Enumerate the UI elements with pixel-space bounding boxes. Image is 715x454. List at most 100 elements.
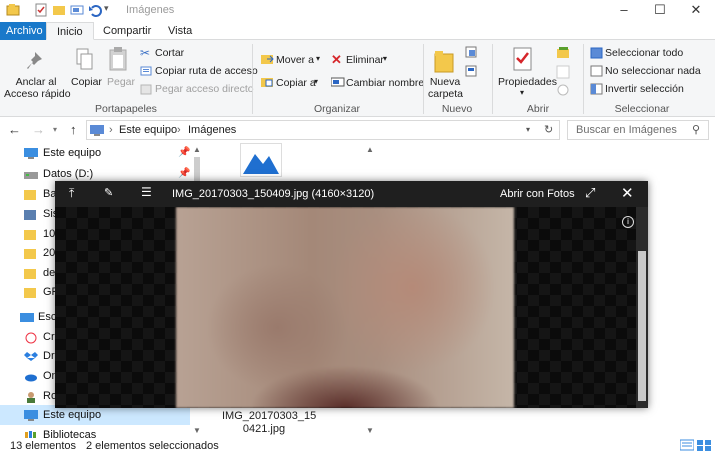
pin-label-line2: Acceso rápido (4, 88, 71, 100)
breadcrumb-imagenes[interactable]: Imágenes (188, 124, 236, 136)
group-organizar: Organizar (313, 103, 361, 115)
new-folder-button[interactable]: Nueva carpeta (428, 76, 463, 100)
tab-archivo[interactable]: Archivo (0, 22, 46, 40)
scroll-down-icon[interactable]: ▼ (193, 426, 201, 435)
item-count: 13 elementos (10, 440, 77, 452)
delete-dropdown-icon[interactable]: ▾ (383, 54, 387, 63)
back-arrow-icon[interactable]: ← (8, 122, 21, 137)
new-folder-quick-icon[interactable] (52, 3, 66, 17)
breadcrumb-este-equipo[interactable]: Este equipo (119, 124, 177, 136)
address-dropdown-icon[interactable]: ▾ (526, 125, 530, 134)
this-pc-icon (90, 125, 104, 139)
open-icon[interactable] (556, 46, 576, 63)
viewer-toolbar: ⤒ ✎ ☰ IMG_20170303_150409.jpg (4160×3120… (55, 181, 648, 207)
folder-icon (24, 228, 38, 240)
group-portapapeles: Portapapeles (95, 103, 157, 115)
group-abrir: Abrir (526, 103, 550, 115)
folder-icon (24, 286, 38, 298)
rename-button[interactable]: Cambiar nombre (346, 77, 424, 89)
edit-icon[interactable] (556, 65, 570, 82)
copy-to-dropdown-icon[interactable]: ▾ (314, 77, 318, 86)
select-none-button[interactable]: No seleccionar nada (605, 65, 701, 77)
tab-inicio[interactable]: Inicio (46, 22, 94, 40)
close-button[interactable]: ✕ (678, 0, 714, 22)
ribbon-separator (423, 44, 424, 114)
cut-button[interactable]: Cortar (155, 47, 184, 59)
pin-label-line1: Anclar al (15, 76, 57, 88)
properties-button[interactable]: Propiedades (498, 76, 557, 88)
search-icon[interactable]: ⚲ (692, 123, 700, 136)
file-name-line2: 0421.jpg (242, 423, 286, 435)
pin-icon (25, 50, 45, 75)
move-to-dropdown-icon[interactable]: ▾ (316, 54, 320, 63)
minimize-button[interactable]: – (606, 0, 642, 22)
viewer-scroll-thumb[interactable] (638, 251, 646, 401)
select-all-button[interactable]: Seleccionar todo (605, 47, 683, 59)
tab-vista[interactable]: Vista (158, 22, 202, 40)
customize-toolbar-icon[interactable]: ▾ (104, 3, 118, 17)
move-to-icon (261, 53, 275, 68)
delete-button[interactable]: Eliminar (346, 54, 384, 66)
address-path[interactable]: › Este equipo › Imágenes ▾ ↻ (86, 120, 560, 140)
copy-button[interactable]: Copiar (71, 76, 102, 88)
folder-icon (24, 208, 38, 220)
scroll-up-icon[interactable]: ▲ (193, 145, 201, 154)
up-arrow-icon[interactable]: ↑ (70, 122, 77, 137)
title-bar: ▾ Imágenes – ☐ ✕ (0, 0, 715, 22)
tab-compartir[interactable]: Compartir (93, 22, 161, 40)
recent-dropdown-icon[interactable]: ▾ (53, 125, 57, 134)
select-none-icon (590, 65, 603, 80)
folder-icon (24, 267, 38, 279)
info-icon[interactable]: i (622, 216, 634, 228)
pin-quick-access-button[interactable]: Anclar al Acceso rápido (4, 76, 71, 100)
close-icon[interactable]: ✕ (621, 184, 634, 202)
copy-to-icon (261, 76, 275, 91)
open-with-photos-button[interactable]: Abrir con Fotos (500, 188, 575, 200)
preview-photo (176, 207, 514, 408)
nav-item-selected[interactable]: Este equipo (0, 405, 200, 425)
dropbox-icon (24, 350, 38, 362)
properties-dropdown-icon[interactable]: ▾ (520, 88, 524, 97)
maximize-button[interactable]: ☐ (642, 0, 678, 22)
viewer-scrollbar[interactable] (636, 207, 648, 408)
paste-shortcut-icon (140, 83, 152, 98)
thumbnail-image[interactable] (240, 143, 282, 177)
scroll-up-icon[interactable]: ▲ (366, 145, 374, 154)
large-icons-view-icon[interactable] (697, 439, 711, 454)
properties-quick-icon[interactable] (34, 3, 48, 17)
file-name[interactable]: IMG_20170303_15 0421.jpg (222, 410, 316, 436)
scroll-down-icon[interactable]: ▼ (366, 426, 374, 435)
easy-access-icon[interactable] (465, 65, 485, 82)
search-input[interactable]: Buscar en Imágenes ⚲ (567, 120, 709, 140)
copy-to-button[interactable]: Copiar a (276, 77, 316, 89)
rename-quick-icon[interactable] (70, 3, 84, 17)
drive-icon (24, 168, 38, 180)
pin-icon[interactable]: 📌 (178, 143, 190, 163)
folder-icon (24, 188, 38, 200)
nav-label: Este equipo (43, 409, 102, 421)
forward-arrow-icon[interactable]: → (32, 122, 45, 137)
details-view-icon[interactable] (679, 439, 695, 454)
nav-label: Este equipo (43, 147, 102, 159)
paste-shortcut-button[interactable]: Pegar acceso directo (155, 83, 254, 95)
pin-icon[interactable]: ✎ (104, 186, 113, 199)
undo-icon[interactable] (88, 3, 102, 17)
move-to-top-icon[interactable]: ⤒ (69, 186, 74, 201)
select-all-icon (590, 47, 603, 62)
breadcrumb-separator-icon: › (177, 124, 181, 136)
new-item-icon[interactable] (465, 46, 485, 63)
nav-item[interactable]: Este equipo 📌 (0, 143, 200, 163)
cut-icon: ✂ (140, 46, 151, 60)
monitor-icon (24, 147, 38, 159)
list-view-icon[interactable]: ☰ (141, 185, 152, 199)
monitor-icon (24, 409, 38, 421)
copy-path-button[interactable]: Copiar ruta de acceso (155, 65, 258, 77)
refresh-icon[interactable]: ↻ (544, 123, 553, 136)
paste-button[interactable]: Pegar (107, 76, 135, 88)
expand-icon[interactable]: ⤢ (585, 185, 595, 201)
history-icon[interactable] (556, 83, 570, 100)
move-to-button[interactable]: Mover a (276, 54, 314, 66)
status-bar: 13 elementos 2 elementos seleccionados (0, 438, 715, 454)
invert-selection-button[interactable]: Invertir selección (605, 83, 684, 95)
delete-icon: ✕ (331, 52, 342, 67)
